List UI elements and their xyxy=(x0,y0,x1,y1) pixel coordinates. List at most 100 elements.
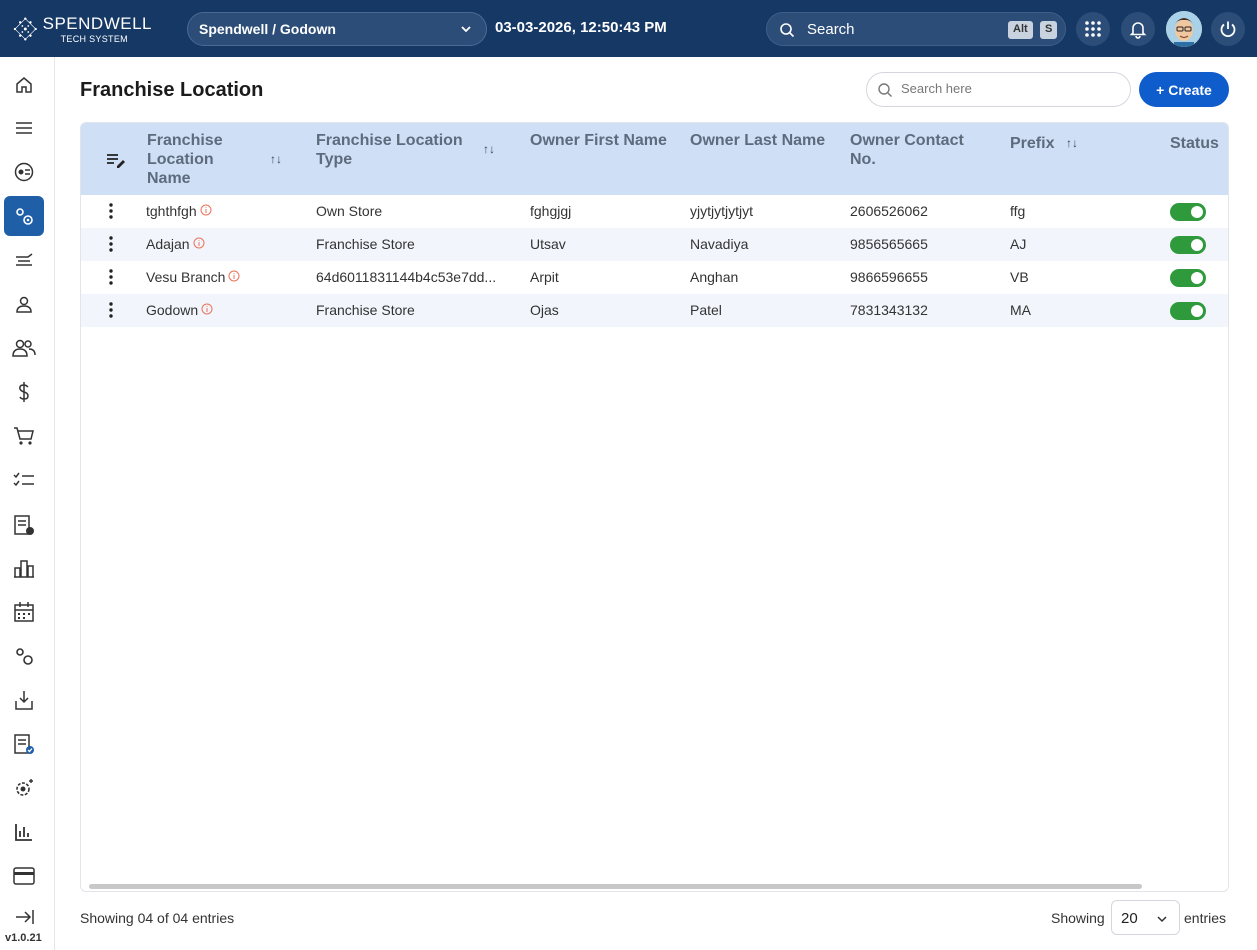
apps-grid-button[interactable] xyxy=(1076,12,1110,46)
column-header-owner-first-name: Owner First Name xyxy=(530,132,667,149)
owner-contact: 9866596655 xyxy=(850,269,928,285)
sidebar-item-user[interactable] xyxy=(4,284,44,324)
page-size-value: 20 xyxy=(1121,910,1138,927)
notifications-button[interactable] xyxy=(1121,12,1155,46)
more-vertical-icon[interactable] xyxy=(108,202,114,220)
location-type: 64d6011831144b4c53e7dd... xyxy=(316,269,497,285)
entries-summary: Showing 04 of 04 entries xyxy=(80,910,235,926)
avatar[interactable] xyxy=(1166,11,1202,47)
column-header-owner-last-name: Owner Last Name xyxy=(690,132,826,149)
sort-icon[interactable]: ↑↓ xyxy=(270,152,282,166)
sidebar-item-payments[interactable] xyxy=(4,856,44,896)
table-row: tghthfgh Own Store fghgjgj yjytjytjytjyt… xyxy=(81,195,1228,228)
more-vertical-icon[interactable] xyxy=(108,301,114,319)
user-icon xyxy=(16,296,32,313)
page-title: Franchise Location xyxy=(80,79,264,101)
sidebar-item-calendar[interactable] xyxy=(4,592,44,632)
create-button[interactable]: + Create xyxy=(1139,72,1229,107)
organization-select[interactable]: Spendwell / Godown xyxy=(187,12,487,46)
owner-first-name: Ojas xyxy=(530,302,559,318)
owner-last-name: Patel xyxy=(690,302,722,318)
sidebar-item-configuration[interactable] xyxy=(4,636,44,676)
download-tray-icon xyxy=(15,691,33,710)
search-icon xyxy=(878,83,892,97)
sidebar-item-statistics[interactable] xyxy=(4,812,44,852)
location-name[interactable]: Vesu Branch xyxy=(146,269,225,285)
sidebar-item-delivery[interactable] xyxy=(4,240,44,280)
global-search[interactable]: Search Alt S xyxy=(766,12,1066,46)
sidebar-item-analytics[interactable] xyxy=(4,548,44,588)
sidebar-item-approvals[interactable] xyxy=(4,724,44,764)
avatar-icon xyxy=(1166,11,1202,47)
table-row: Godown Franchise Store Ojas Patel 783134… xyxy=(81,294,1228,327)
column-header-prefix[interactable]: Prefix xyxy=(1010,134,1054,153)
sidebar-item-cart[interactable] xyxy=(4,416,44,456)
info-icon[interactable] xyxy=(228,270,240,282)
owner-last-name: Anghan xyxy=(690,269,739,285)
menu-icon xyxy=(16,122,32,134)
franchise-location-table: Franchise Location Name ↑↓ Franchise Loc… xyxy=(80,122,1229,892)
prefix: AJ xyxy=(1010,236,1027,252)
table-search-input[interactable] xyxy=(901,81,1121,96)
edit-columns-icon[interactable] xyxy=(106,152,126,168)
column-header-location-name[interactable]: Franchise Location Name xyxy=(147,131,257,188)
prefix: VB xyxy=(1010,269,1029,285)
info-icon[interactable] xyxy=(201,303,213,315)
sidebar-item-tasks[interactable] xyxy=(4,460,44,500)
sort-icon[interactable]: ↑↓ xyxy=(1066,136,1078,150)
card-icon xyxy=(13,867,35,885)
location-name[interactable]: Godown xyxy=(146,302,198,318)
checklist-icon xyxy=(13,472,34,487)
chevron-down-icon xyxy=(1157,916,1167,923)
info-icon[interactable] xyxy=(193,237,205,249)
prefix: MA xyxy=(1010,302,1031,318)
users-icon xyxy=(12,339,36,357)
status-toggle[interactable] xyxy=(1170,269,1206,287)
chevron-down-icon xyxy=(461,26,471,33)
power-icon xyxy=(1220,21,1236,38)
home-icon xyxy=(16,77,32,93)
status-toggle[interactable] xyxy=(1170,236,1206,254)
sidebar-item-users[interactable] xyxy=(4,328,44,368)
sidebar-item-finance[interactable] xyxy=(4,372,44,412)
sidebar-item-home[interactable] xyxy=(4,65,44,105)
table-search xyxy=(866,72,1131,107)
horizontal-scrollbar[interactable] xyxy=(89,884,1142,889)
dollar-icon xyxy=(19,382,29,402)
table-row: Adajan Franchise Store Utsav Navadiya 98… xyxy=(81,228,1228,261)
sort-icon[interactable]: ↑↓ xyxy=(483,142,495,156)
sidebar-item-logout[interactable] xyxy=(4,897,44,937)
prefix: ffg xyxy=(1010,203,1026,219)
search-icon xyxy=(780,23,795,38)
sidebar-item-reports[interactable] xyxy=(4,505,44,545)
owner-first-name: Arpit xyxy=(530,269,559,285)
delivery-icon xyxy=(16,253,33,266)
column-header-location-type[interactable]: Franchise Location Type xyxy=(316,131,476,169)
sidebar-item-dashboard[interactable] xyxy=(4,152,44,192)
top-bar: SPENDWELL TECH SYSTEM Spendwell / Godown… xyxy=(0,0,1257,57)
apps-grid-icon xyxy=(1085,21,1101,37)
table-header: Franchise Location Name ↑↓ Franchise Loc… xyxy=(81,123,1228,195)
more-vertical-icon[interactable] xyxy=(108,268,114,286)
building-chart-icon xyxy=(14,560,34,578)
owner-first-name: fghgjgj xyxy=(530,203,572,219)
sidebar-item-settings[interactable] xyxy=(4,196,44,236)
status-toggle[interactable] xyxy=(1170,203,1206,221)
more-vertical-icon[interactable] xyxy=(108,235,114,253)
sidebar-item-imports[interactable] xyxy=(4,680,44,720)
sidebar-item-menu[interactable] xyxy=(4,108,44,148)
dashboard-gauge-icon xyxy=(14,162,34,182)
current-datetime: 03-03-2026, 12:50:43 PM xyxy=(495,19,667,36)
location-name[interactable]: tghthfgh xyxy=(146,203,197,219)
sidebar-item-automation[interactable] xyxy=(4,768,44,808)
location-name[interactable]: Adajan xyxy=(146,236,190,252)
page-size-select[interactable]: 20 xyxy=(1111,900,1180,935)
owner-contact: 9856565665 xyxy=(850,236,928,252)
logo[interactable]: SPENDWELL TECH SYSTEM xyxy=(12,10,152,48)
info-icon[interactable] xyxy=(200,204,212,216)
status-toggle[interactable] xyxy=(1170,302,1206,320)
approved-list-icon xyxy=(14,734,34,754)
location-type: Own Store xyxy=(316,203,383,219)
power-button[interactable] xyxy=(1211,12,1245,46)
shortcut-key-alt: Alt xyxy=(1008,21,1033,39)
